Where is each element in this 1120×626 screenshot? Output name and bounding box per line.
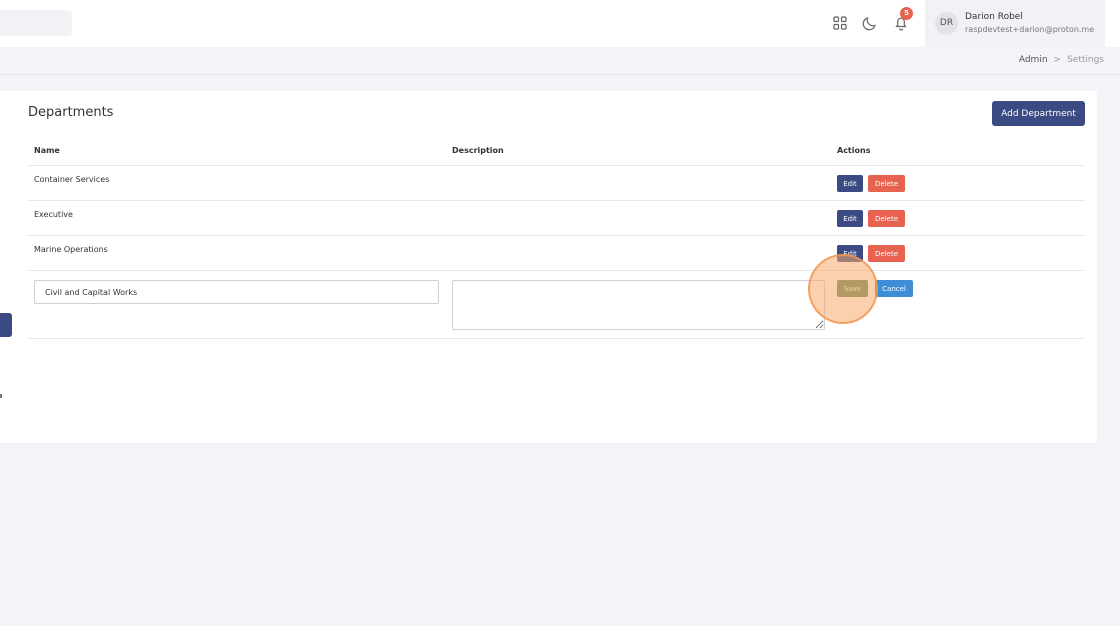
edit-button[interactable]: Edit	[837, 245, 863, 262]
edit-button[interactable]: Edit	[837, 210, 863, 227]
departments-card: Departments Add Department Name Descript…	[0, 91, 1097, 443]
top-bar: 5 DR Darion Robel raspdevtest+darion@pro…	[0, 0, 1120, 47]
delete-button[interactable]: Delete	[868, 175, 905, 192]
add-department-button[interactable]: Add Department	[992, 101, 1085, 126]
table-row-name: Executive	[34, 210, 73, 219]
row-divider	[28, 235, 1085, 236]
breadcrumb-settings: Settings	[1067, 55, 1104, 65]
moon-icon[interactable]	[861, 14, 879, 32]
column-header-actions: Actions	[837, 146, 871, 155]
cancel-button[interactable]: Cancel	[875, 280, 913, 297]
column-header-description: Description	[452, 146, 504, 155]
delete-button[interactable]: Delete	[868, 245, 905, 262]
notification-badge: 5	[900, 7, 913, 20]
department-name-input[interactable]	[34, 280, 439, 304]
user-email: raspdevtest+darion@proton.me	[965, 25, 1095, 34]
delete-button[interactable]: Delete	[868, 210, 905, 227]
divider	[0, 74, 1120, 75]
department-description-textarea[interactable]	[452, 280, 825, 330]
sidebar-toggle-button[interactable]	[0, 313, 12, 337]
table-row-name: Marine Operations	[34, 245, 108, 254]
edit-button[interactable]: Edit	[837, 175, 863, 192]
search-box[interactable]	[0, 10, 72, 36]
sidebar-edge-mark	[0, 394, 2, 398]
row-divider	[28, 165, 1085, 166]
apps-grid-icon[interactable]	[831, 14, 849, 32]
table-row-name: Container Services	[34, 175, 110, 184]
user-name: Darion Robel	[965, 12, 1023, 22]
save-button[interactable]: Save	[837, 280, 868, 297]
column-header-name: Name	[34, 146, 60, 155]
breadcrumb-admin[interactable]: Admin	[1019, 55, 1048, 65]
row-divider	[28, 200, 1085, 201]
user-menu[interactable]: DR Darion Robel raspdevtest+darion@proto…	[925, 0, 1105, 47]
breadcrumb-separator: >	[1053, 55, 1062, 65]
avatar: DR	[935, 12, 958, 35]
page-title: Departments	[28, 105, 114, 120]
breadcrumb: Admin > Settings	[1019, 55, 1104, 65]
row-divider	[28, 338, 1085, 339]
row-divider	[28, 270, 1085, 271]
